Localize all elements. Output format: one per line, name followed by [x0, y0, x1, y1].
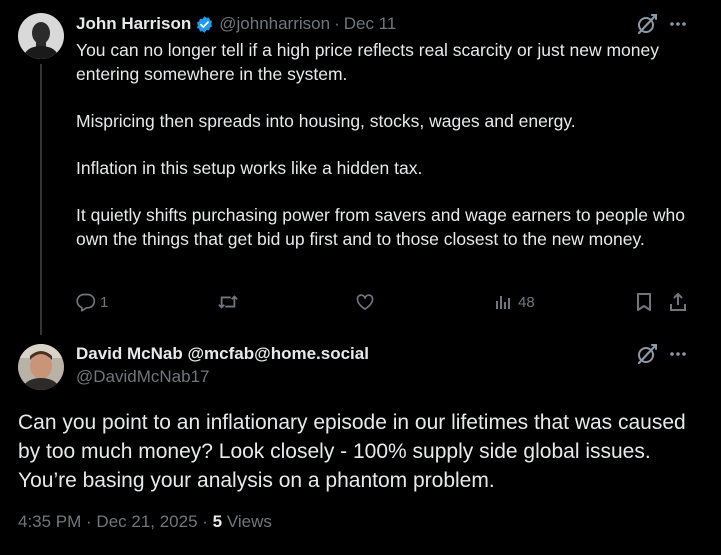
author-name[interactable]: John Harrison: [76, 14, 191, 34]
more-options-icon[interactable]: [668, 344, 688, 364]
author-handle[interactable]: @DavidMcNab17: [76, 367, 209, 387]
views-button[interactable]: 48: [494, 290, 535, 314]
views-count: 5: [212, 512, 223, 531]
grok-icon[interactable]: [636, 343, 658, 365]
separator-dot: ·: [334, 14, 340, 33]
thread-connector-line: [40, 64, 42, 335]
more-options-icon[interactable]: [668, 14, 688, 34]
like-button[interactable]: [355, 290, 375, 314]
tweet-text: Can you point to an inflationary episode…: [18, 411, 686, 492]
post-date[interactable]: Dec 11: [344, 14, 397, 34]
views-label: Views: [222, 512, 272, 531]
tweet-paragraph: Inflation in this setup works like a hid…: [76, 158, 423, 178]
share-icon: [670, 293, 686, 311]
retweet-button[interactable]: [217, 290, 239, 314]
share-button[interactable]: [668, 290, 688, 314]
bookmark-button[interactable]: [634, 290, 654, 314]
reply-icon: [76, 293, 96, 312]
verified-badge-icon: [195, 15, 214, 34]
reply-button[interactable]: 1: [76, 290, 108, 314]
tweet-header: John Harrison @johnharrison · Dec 11: [76, 13, 396, 35]
tweet-header: David McNab @mcfab@home.social: [76, 343, 369, 365]
avatar[interactable]: [18, 13, 64, 59]
tweet-paragraph: It quietly shifts purchasing power from …: [76, 205, 685, 249]
tweet-paragraph: You can no longer tell if a high price r…: [76, 40, 659, 84]
retweet-icon: [218, 295, 238, 309]
author-handle[interactable]: @johnharrison: [219, 14, 330, 34]
author-name[interactable]: David McNab @mcfab@home.social: [76, 344, 369, 364]
bookmark-icon: [637, 293, 651, 311]
tweet-metadata: 4:35 PM · Dec 21, 2025 · 5 Views: [18, 512, 272, 532]
tweet-text: You can no longer tell if a high price r…: [76, 38, 711, 251]
tweet-paragraph: Mispricing then spreads into housing, st…: [76, 111, 576, 131]
analytics-icon: [496, 296, 510, 309]
avatar[interactable]: [18, 344, 64, 390]
heart-icon: [356, 294, 374, 310]
views-count: 48: [518, 293, 535, 311]
grok-icon[interactable]: [636, 13, 658, 35]
reply-count: 1: [100, 293, 109, 311]
post-timestamp[interactable]: 4:35 PM · Dec 21, 2025 ·: [18, 512, 213, 531]
